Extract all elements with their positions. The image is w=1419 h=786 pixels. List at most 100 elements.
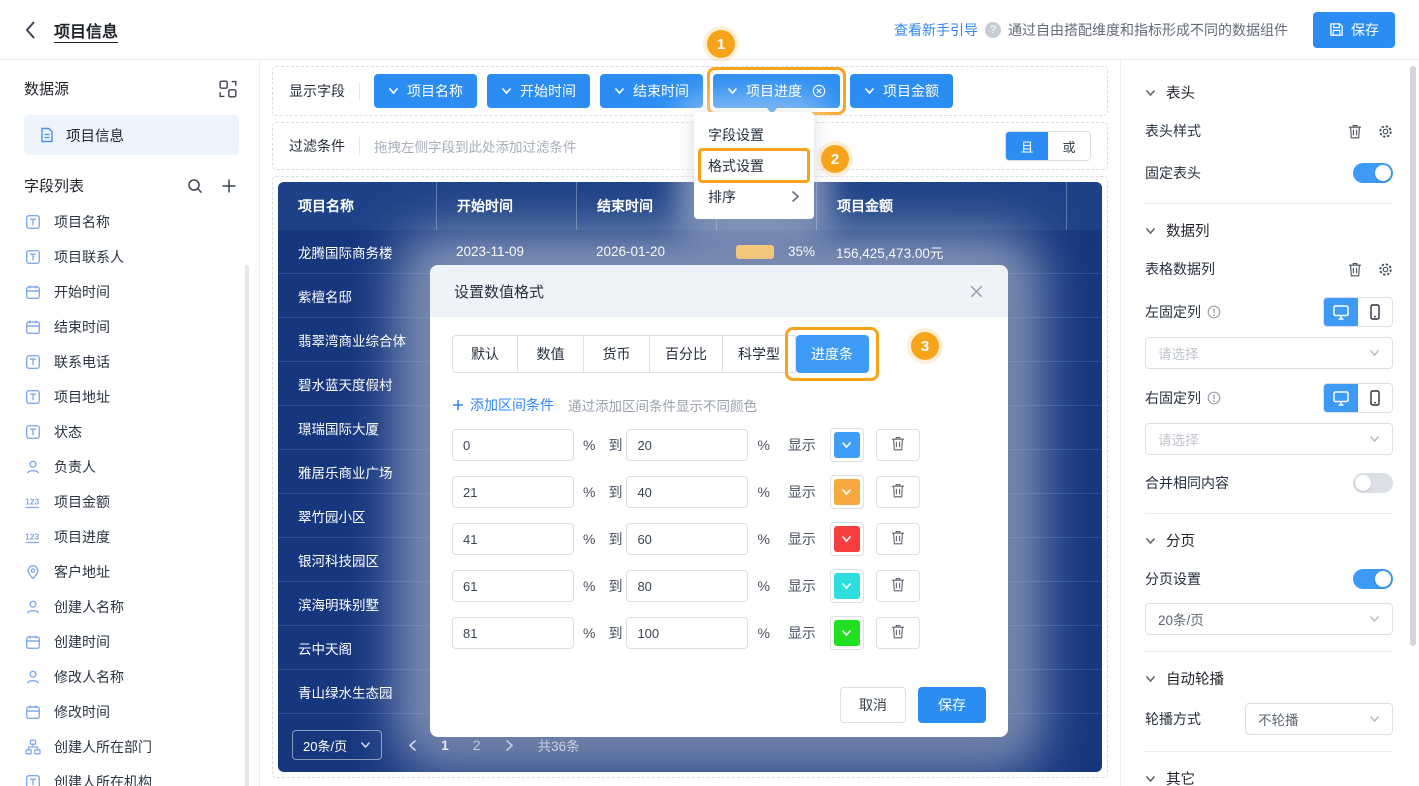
range-to-input[interactable]: [626, 476, 748, 508]
range-to-input[interactable]: [626, 570, 748, 602]
format-tab[interactable]: 百分比: [650, 335, 723, 373]
section-header-carousel[interactable]: 自动轮播: [1145, 668, 1393, 689]
desktop-option[interactable]: [1324, 298, 1358, 326]
section-header-tablehead[interactable]: 表头: [1145, 82, 1393, 103]
paging-toggle[interactable]: [1353, 569, 1393, 589]
carousel-mode-label: 轮播方式: [1145, 709, 1201, 729]
format-tab[interactable]: 数值: [518, 335, 584, 373]
display-field-chip[interactable]: 项目进度: [713, 74, 840, 108]
back-icon[interactable]: [24, 20, 36, 40]
range-to-input[interactable]: [626, 429, 748, 461]
mobile-option[interactable]: [1358, 384, 1392, 412]
page-size-setting-select[interactable]: 20条/页: [1145, 603, 1393, 635]
page-number[interactable]: 1: [441, 737, 449, 753]
page-size-select[interactable]: 20条/页: [292, 730, 382, 760]
display-field-chip[interactable]: 开始时间: [487, 74, 590, 108]
field-item[interactable]: 创建人所在机构: [24, 764, 259, 786]
range-to-input[interactable]: [626, 523, 748, 555]
section-header-other[interactable]: 其它: [1145, 768, 1393, 786]
field-item[interactable]: 创建人所在部门: [24, 729, 259, 764]
prev-page-icon[interactable]: [408, 739, 417, 752]
field-item[interactable]: 客户地址: [24, 554, 259, 589]
field-item[interactable]: 结束时间: [24, 309, 259, 344]
field-item[interactable]: 修改人名称: [24, 659, 259, 694]
gear-icon[interactable]: [1378, 124, 1393, 139]
merge-toggle[interactable]: [1353, 473, 1393, 493]
guide-link[interactable]: 查看新手引导: [894, 20, 978, 40]
column-header: 项目金额: [816, 182, 1066, 230]
fixed-header-toggle[interactable]: [1353, 163, 1393, 183]
format-tab[interactable]: 进度条: [796, 335, 869, 373]
datasource-item[interactable]: 项目信息: [24, 115, 239, 155]
delete-range-button[interactable]: [876, 476, 920, 508]
color-select[interactable]: [830, 475, 864, 509]
cancel-button[interactable]: 取消: [840, 687, 906, 723]
delete-style-icon[interactable]: [1348, 124, 1362, 139]
search-icon[interactable]: [187, 178, 203, 194]
filter-dropzone[interactable]: 拖拽左侧字段到此处添加过滤条件: [374, 136, 991, 156]
add-range-link[interactable]: 添加区间条件: [452, 395, 554, 415]
add-field-icon[interactable]: [221, 178, 237, 194]
display-field-chip[interactable]: 项目名称: [374, 74, 477, 108]
format-tab[interactable]: 科学型: [723, 335, 796, 373]
remove-field-icon[interactable]: [812, 84, 826, 98]
page-number[interactable]: 2: [473, 737, 481, 753]
sidebar-scrollbar[interactable]: [245, 265, 249, 786]
range-from-input[interactable]: [452, 523, 574, 555]
help-icon[interactable]: ?: [985, 22, 1001, 38]
delete-columns-icon[interactable]: [1348, 262, 1362, 277]
switch-datasource-icon[interactable]: [219, 80, 237, 98]
field-item[interactable]: 项目联系人: [24, 239, 259, 274]
field-item[interactable]: 项目地址: [24, 379, 259, 414]
next-page-icon[interactable]: [505, 739, 514, 752]
delete-range-button[interactable]: [876, 429, 920, 461]
menu-item[interactable]: 格式设置: [694, 150, 814, 181]
desktop-option[interactable]: [1324, 384, 1358, 412]
right-fixed-select[interactable]: 请选择: [1145, 423, 1393, 455]
menu-item[interactable]: 排序: [694, 181, 814, 212]
monitor-icon: [1333, 305, 1349, 320]
chevron-down-icon: [1369, 349, 1380, 357]
menu-item[interactable]: 字段设置: [694, 119, 814, 150]
delete-range-button[interactable]: [876, 523, 920, 555]
range-from-input[interactable]: [452, 617, 574, 649]
save-button[interactable]: 保存: [1313, 12, 1395, 48]
left-fixed-select[interactable]: 请选择: [1145, 337, 1393, 369]
delete-range-button[interactable]: [876, 617, 920, 649]
field-item[interactable]: 123项目金额: [24, 484, 259, 519]
format-tab[interactable]: 默认: [452, 335, 518, 373]
field-item[interactable]: 联系电话: [24, 344, 259, 379]
display-field-chip[interactable]: 结束时间: [600, 74, 703, 108]
field-item[interactable]: 状态: [24, 414, 259, 449]
range-from-input[interactable]: [452, 570, 574, 602]
project-name-cell: 云中天阁: [278, 626, 436, 669]
range-from-input[interactable]: [452, 429, 574, 461]
field-item[interactable]: 创建时间: [24, 624, 259, 659]
page-title[interactable]: 项目信息: [54, 18, 118, 42]
modal-save-button[interactable]: 保存: [918, 687, 986, 723]
field-item[interactable]: 创建人名称: [24, 589, 259, 624]
field-item[interactable]: 123项目进度: [24, 519, 259, 554]
mobile-option[interactable]: [1358, 298, 1392, 326]
color-select[interactable]: [830, 428, 864, 462]
and-option[interactable]: 且: [1006, 132, 1048, 160]
range-to-input[interactable]: [626, 617, 748, 649]
section-header-columns[interactable]: 数据列: [1145, 220, 1393, 241]
format-tab[interactable]: 货币: [584, 335, 650, 373]
page-scrollbar[interactable]: [1410, 66, 1416, 646]
display-field-chip[interactable]: 项目金额: [850, 74, 953, 108]
or-option[interactable]: 或: [1048, 132, 1090, 160]
carousel-mode-select[interactable]: 不轮播: [1245, 703, 1393, 735]
gear-icon[interactable]: [1378, 262, 1393, 277]
field-item[interactable]: 负责人: [24, 449, 259, 484]
color-select[interactable]: [830, 616, 864, 650]
color-select[interactable]: [830, 522, 864, 556]
field-item[interactable]: 修改时间: [24, 694, 259, 729]
field-item[interactable]: 项目名称: [24, 204, 259, 239]
field-item[interactable]: 开始时间: [24, 274, 259, 309]
section-header-paging[interactable]: 分页: [1145, 530, 1393, 551]
color-select[interactable]: [830, 569, 864, 603]
delete-range-button[interactable]: [876, 570, 920, 602]
close-icon[interactable]: [969, 284, 984, 299]
range-from-input[interactable]: [452, 476, 574, 508]
